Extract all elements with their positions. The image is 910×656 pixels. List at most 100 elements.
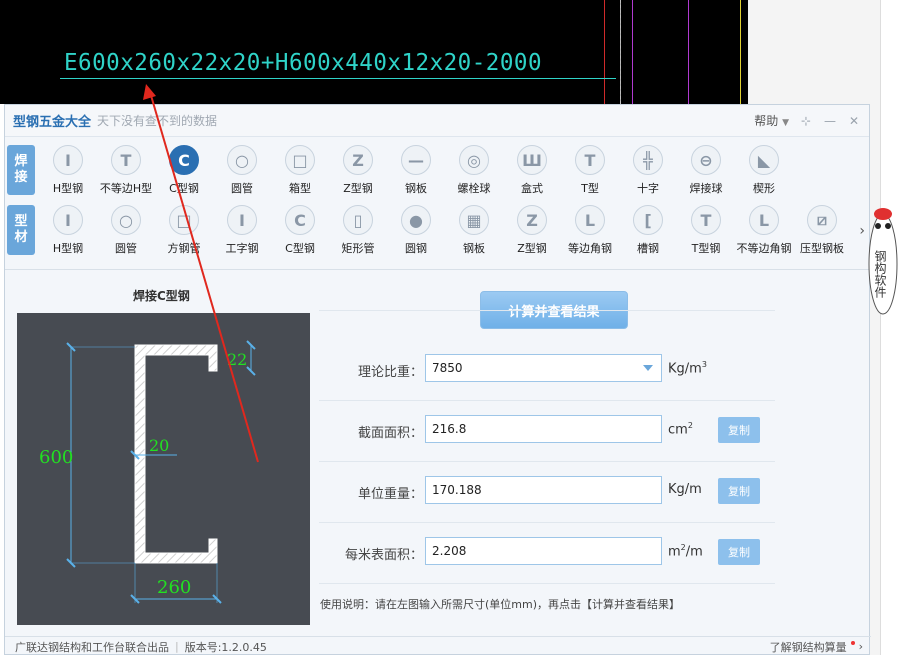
drawing-title: 焊接C型钢 xyxy=(133,289,190,303)
width-dim-text[interactable]: 260 xyxy=(157,577,191,598)
bolt-ball-icon: ◎ xyxy=(459,145,489,175)
divider xyxy=(5,269,871,270)
minimize-icon[interactable]: — xyxy=(823,114,837,128)
unequal-h-icon: T xyxy=(111,145,141,175)
welded-item[interactable]: T T型 xyxy=(561,141,619,199)
welded-item-label: 不等边H型 xyxy=(99,182,153,195)
welded-item[interactable]: ◎ 螺栓球 xyxy=(445,141,503,199)
c-channel-icon: C xyxy=(285,205,315,235)
welded-item[interactable]: ○ 圆管 xyxy=(213,141,271,199)
steel-calculator-window: 型钢五金大全 天下没有查不到的数据 帮助 ▼ ⊹ — ✕ 焊 接 I H型钢 T 不等… xyxy=(4,104,871,656)
section-drawing: 600 22 20 260 xyxy=(17,313,310,625)
cad-line xyxy=(604,0,605,104)
close-icon[interactable]: ✕ xyxy=(847,114,861,128)
welded-item-label: Z型钢 xyxy=(343,182,373,195)
profile-item[interactable]: C C型钢 xyxy=(271,201,329,259)
height-dim-text[interactable]: 600 xyxy=(39,447,73,468)
cad-canvas: E600x260x22x20+H600x440x12x20-2000 xyxy=(0,0,748,104)
profile-item-label: 压型钢板 xyxy=(800,242,844,255)
welded-item-label: 十字 xyxy=(637,182,659,195)
weight-unit: Kg/m xyxy=(668,482,702,497)
density-row: 理论比重： 7850 Kg/m3 xyxy=(319,341,775,401)
area-unit-sup: 2 xyxy=(687,421,693,430)
profile-row-label: 型 材 xyxy=(7,205,35,255)
area-row: 截面面积： 216.8 cm2 复制 xyxy=(319,402,775,462)
profile-item[interactable]: ▯ 矩形管 xyxy=(329,201,387,259)
density-select[interactable]: 7850 xyxy=(425,354,662,382)
density-label: 理论比重： xyxy=(357,365,423,380)
welded-item[interactable]: ◣ 楔形 xyxy=(735,141,793,199)
learn-more-link[interactable]: 了解钢结构算量 › xyxy=(770,639,871,655)
status-bar: 广联达钢结构和工作台联合出品 | 版本号:1.2.0.45 了解钢结构算量 › xyxy=(5,636,871,656)
copy-area-button[interactable]: 复制 xyxy=(718,417,760,443)
status-separator: | xyxy=(175,640,179,653)
cad-line xyxy=(688,0,689,104)
profile-item-label: Z型钢 xyxy=(517,242,547,255)
copy-surface-button[interactable]: 复制 xyxy=(718,539,760,565)
profile-item-label: 方钢管 xyxy=(167,242,201,255)
area-label: 截面面积： xyxy=(357,426,423,441)
weight-field[interactable]: 170.188 xyxy=(425,476,662,504)
mascot-text: 钢构软件 xyxy=(873,250,887,298)
profile-item[interactable]: L 不等边角钢 xyxy=(735,201,793,259)
profile-item[interactable]: T T型钢 xyxy=(677,201,735,259)
square-pipe-icon: □ xyxy=(169,205,199,235)
pin-icon[interactable]: ⊹ xyxy=(799,114,813,128)
profile-item[interactable]: ● 圆钢 xyxy=(387,201,445,259)
cad-dimension-line xyxy=(60,78,616,79)
profile-item[interactable]: L 等边角钢 xyxy=(561,201,619,259)
welded-item[interactable]: □ 箱型 xyxy=(271,141,329,199)
web-dim-text[interactable]: 20 xyxy=(149,436,169,455)
welded-category-row: 焊 接 I H型钢 T 不等边H型 C C型钢 ○ 圆管 □ 箱型 Z Z型钢 — 钢板 ◎ 螺栓球 Ш 盒式 T T… xyxy=(5,141,871,199)
title-bar: 型钢五金大全 天下没有查不到的数据 帮助 ▼ ⊹ — ✕ xyxy=(5,105,869,137)
t-section-icon: T xyxy=(575,145,605,175)
profile-label-top: 型 xyxy=(14,214,28,229)
welded-item[interactable]: Ш 盒式 xyxy=(503,141,561,199)
surface-unit-pre: m xyxy=(668,544,681,560)
density-unit-sup: 3 xyxy=(701,360,707,369)
dropdown-arrow-icon xyxy=(643,365,653,371)
app-subtitle: 天下没有查不到的数据 xyxy=(97,114,218,128)
profile-item[interactable]: I H型钢 xyxy=(39,201,97,259)
profile-item-label: 槽钢 xyxy=(637,242,659,255)
density-value: 7850 xyxy=(432,361,463,375)
profile-item[interactable]: Z Z型钢 xyxy=(503,201,561,259)
wedge-icon: ◣ xyxy=(749,145,779,175)
profile-item[interactable]: ○ 圆管 xyxy=(97,201,155,259)
welded-item-label: 盒式 xyxy=(521,182,543,195)
weight-value: 170.188 xyxy=(432,483,482,497)
profile-item-label: 圆管 xyxy=(115,242,137,255)
help-menu[interactable]: 帮助 ▼ xyxy=(754,112,789,129)
profile-item[interactable]: □ 方钢管 xyxy=(155,201,213,259)
lip-dim-text[interactable]: 22 xyxy=(227,350,247,369)
area-unit-text: cm xyxy=(668,422,688,438)
welded-item[interactable]: ╬ 十字 xyxy=(619,141,677,199)
profile-item[interactable]: ⧄ 压型钢板 xyxy=(793,201,851,259)
profile-item-label: 不等边角钢 xyxy=(736,242,792,255)
chevron-right-icon[interactable]: › xyxy=(859,223,865,239)
divider xyxy=(319,310,775,311)
profile-category-row: 型 材 I H型钢 ○ 圆管 □ 方钢管 I 工字钢 C C型钢 ▯ 矩形管 ● 圆钢 ▦ 钢板 Z Z型钢 L 等边… xyxy=(5,201,871,259)
area-field[interactable]: 216.8 xyxy=(425,415,662,443)
z-steel-icon: Z xyxy=(343,145,373,175)
welded-item[interactable]: ⊖ 焊接球 xyxy=(677,141,735,199)
welded-row-label: 焊 接 xyxy=(7,145,35,195)
z-steel-icon: Z xyxy=(517,205,547,235)
usage-note: 使用说明：请在左图输入所需尺寸(单位mm)，再点击【计算并查看结果】 xyxy=(320,598,681,611)
chevron-right-icon: › xyxy=(858,640,863,653)
welded-ball-icon: ⊖ xyxy=(691,145,721,175)
profile-item[interactable]: ▦ 钢板 xyxy=(445,201,503,259)
profile-item[interactable]: I 工字钢 xyxy=(213,201,271,259)
welded-item[interactable]: C C型钢 xyxy=(155,141,213,199)
welded-item[interactable]: T 不等边H型 xyxy=(97,141,155,199)
status-credit: 广联达钢结构和工作台联合出品 xyxy=(15,640,169,654)
welded-item[interactable]: — 钢板 xyxy=(387,141,445,199)
profile-item[interactable]: [槽钢 xyxy=(619,201,677,259)
surface-field[interactable]: 2.208 xyxy=(425,537,662,565)
rect-pipe-icon: ▯ xyxy=(343,205,373,235)
welded-item[interactable]: I H型钢 xyxy=(39,141,97,199)
learn-more-label: 了解钢结构算量 xyxy=(769,640,847,654)
copy-weight-button[interactable]: 复制 xyxy=(718,478,760,504)
help-label: 帮助 xyxy=(754,114,779,128)
welded-item[interactable]: Z Z型钢 xyxy=(329,141,387,199)
